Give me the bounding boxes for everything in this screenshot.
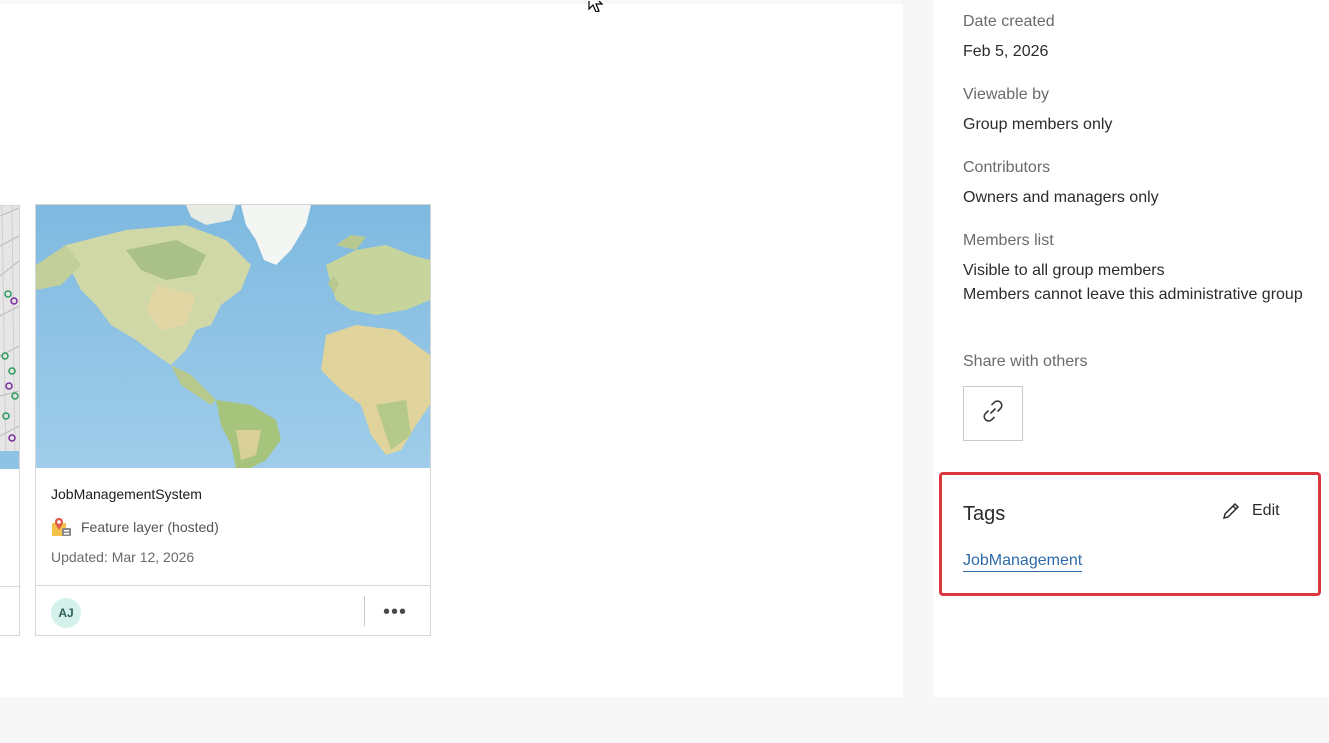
card-footer: AJ ••• (36, 585, 430, 635)
copy-link-button[interactable] (963, 386, 1023, 441)
link-icon (979, 397, 1007, 430)
tag-link-jobmanagement[interactable]: JobManagement (963, 552, 1083, 572)
contributors-label: Contributors (963, 159, 1051, 176)
footer-divider (364, 596, 365, 626)
contributors-value: Owners and managers only (963, 189, 1159, 206)
owner-avatar[interactable]: AJ (51, 598, 81, 628)
item-title[interactable]: JobManagementSystem (51, 486, 202, 502)
edit-label: Edit (1252, 502, 1280, 519)
item-type-label: Feature layer (hosted) (81, 519, 219, 535)
item-thumbnail-world-map[interactable] (36, 205, 430, 468)
tags-section-highlight (939, 472, 1321, 596)
item-thumbnail-partial (0, 206, 19, 469)
mouse-cursor-icon (586, 0, 612, 12)
feature-layer-icon (51, 517, 73, 537)
share-with-others-label: Share with others (963, 353, 1088, 370)
date-created-value: Feb 5, 2026 (963, 43, 1049, 60)
edit-tags-button[interactable]: Edit (1220, 500, 1280, 522)
more-options-button[interactable]: ••• (378, 598, 412, 626)
item-type: Feature layer (hosted) (51, 517, 219, 537)
date-created-label: Date created (963, 13, 1055, 30)
item-card[interactable]: JobManagementSystem Feature layer (hoste… (35, 204, 431, 636)
pencil-icon (1220, 500, 1242, 522)
viewable-by-label: Viewable by (963, 86, 1049, 103)
tags-heading: Tags (963, 503, 1006, 525)
members-list-value-visibility: Visible to all group members (963, 262, 1165, 279)
item-updated-date: Updated: Mar 12, 2026 (51, 549, 195, 565)
members-list-value-leave: Members cannot leave this administrative… (963, 286, 1303, 303)
item-card-partial[interactable] (0, 205, 20, 636)
members-list-label: Members list (963, 232, 1054, 249)
viewable-by-value: Group members only (963, 116, 1113, 133)
